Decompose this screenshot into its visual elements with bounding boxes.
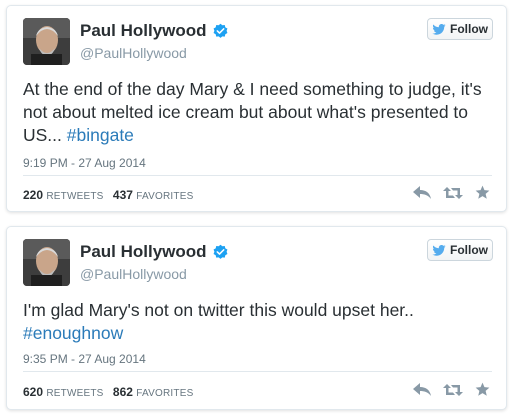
timestamp[interactable]: 9:35 PM - 27 Aug 2014 <box>23 352 146 366</box>
favorites-label: FAVORITES <box>136 388 194 399</box>
divider <box>23 371 492 372</box>
reply-icon[interactable] <box>413 382 431 397</box>
tweet-card: Paul Hollywood @PaulHollywood Follow At … <box>6 5 507 212</box>
star-icon[interactable] <box>475 185 490 200</box>
retweet-icon[interactable] <box>443 383 463 397</box>
reply-icon[interactable] <box>413 185 431 200</box>
tweet-body: I'm glad Mary's not on twitter this woul… <box>23 300 414 320</box>
tweet-card: Paul Hollywood @PaulHollywood Follow I'm… <box>6 226 507 410</box>
follow-label: Follow <box>450 22 488 36</box>
avatar[interactable] <box>23 239 70 286</box>
tweet-actions <box>413 185 490 200</box>
avatar[interactable] <box>23 18 70 65</box>
favorites-count[interactable]: 862 <box>113 385 133 399</box>
follow-button[interactable]: Follow <box>427 18 493 40</box>
tweet-text: I'm glad Mary's not on twitter this woul… <box>23 299 492 345</box>
name-row: Paul Hollywood <box>80 242 229 262</box>
retweets-label: RETWEETS <box>46 191 104 202</box>
verified-badge-icon <box>212 244 229 261</box>
twitter-bird-icon <box>432 244 446 256</box>
user-handle[interactable]: @PaulHollywood <box>80 266 187 282</box>
name-row: Paul Hollywood <box>80 21 229 41</box>
retweets-count[interactable]: 220 <box>23 188 43 202</box>
follow-button[interactable]: Follow <box>427 239 493 261</box>
retweet-icon[interactable] <box>443 186 463 200</box>
favorites-count[interactable]: 437 <box>113 188 133 202</box>
tweet-stats: 220 RETWEETS 437 FAVORITES <box>23 188 199 202</box>
user-handle[interactable]: @PaulHollywood <box>80 45 187 61</box>
follow-label: Follow <box>450 243 488 257</box>
timestamp[interactable]: 9:19 PM - 27 Aug 2014 <box>23 156 146 170</box>
tweet-actions <box>413 382 490 397</box>
star-icon[interactable] <box>475 382 490 397</box>
twitter-bird-icon <box>432 23 446 35</box>
favorites-label: FAVORITES <box>136 191 194 202</box>
tweet-stats: 620 RETWEETS 862 FAVORITES <box>23 385 199 399</box>
tweet-text: At the end of the day Mary & I need some… <box>23 78 492 147</box>
display-name[interactable]: Paul Hollywood <box>80 242 207 262</box>
verified-badge-icon <box>212 23 229 40</box>
retweets-label: RETWEETS <box>46 388 104 399</box>
display-name[interactable]: Paul Hollywood <box>80 21 207 41</box>
retweets-count[interactable]: 620 <box>23 385 43 399</box>
divider <box>23 175 492 176</box>
hashtag-link[interactable]: #bingate <box>67 125 134 145</box>
hashtag-link[interactable]: #enoughnow <box>23 323 123 343</box>
